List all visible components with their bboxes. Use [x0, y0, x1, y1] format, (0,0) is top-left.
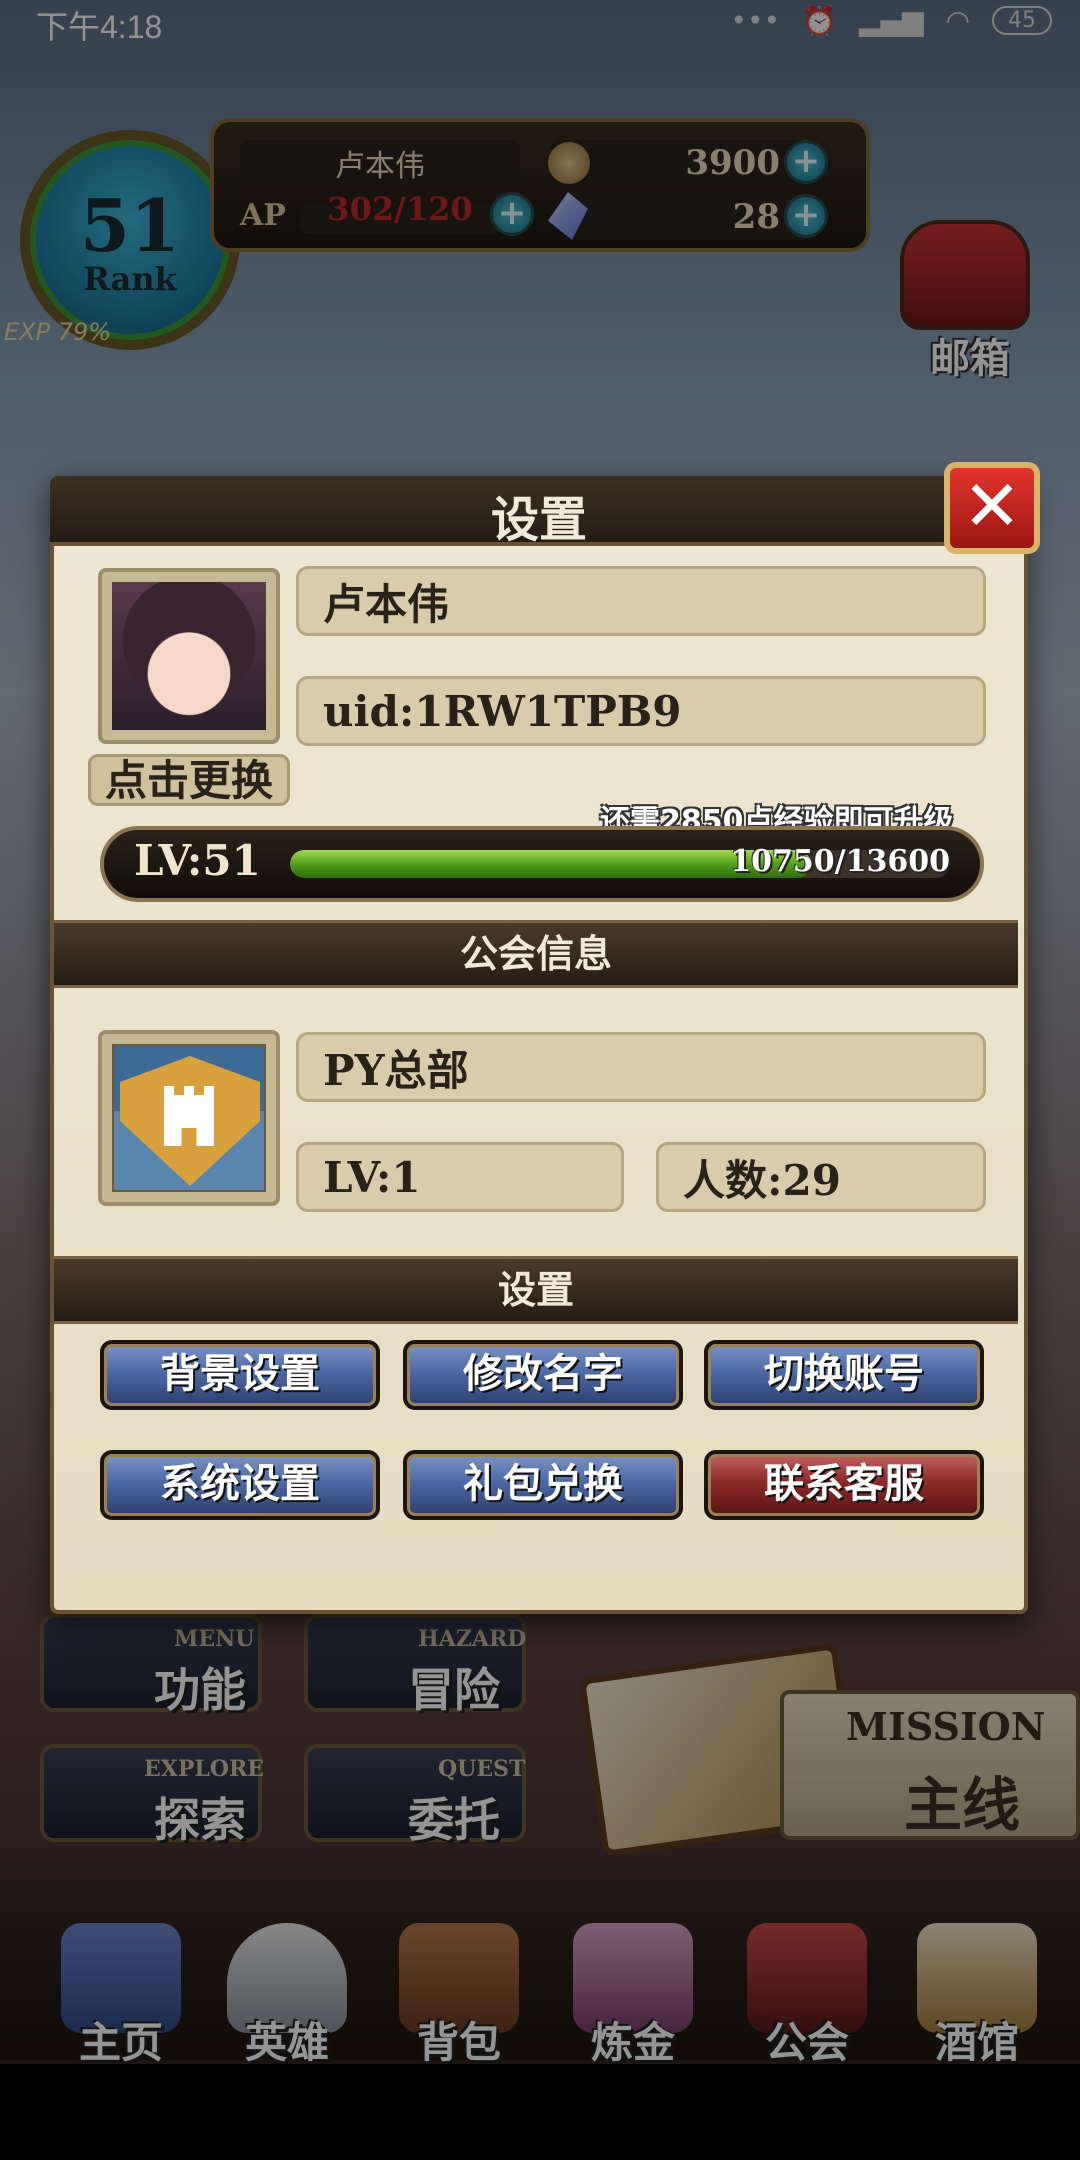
player-uid-field: uid:1RW1TPB9: [296, 676, 986, 746]
system-settings-button[interactable]: 系统设置: [100, 1450, 380, 1520]
rename-button[interactable]: 修改名字: [403, 1340, 683, 1410]
contact-support-button[interactable]: 联系客服: [704, 1450, 984, 1520]
avatar-portrait: [112, 582, 266, 730]
settings-section-header: 设置: [54, 1256, 1018, 1324]
player-name-field: 卢本伟: [296, 566, 986, 636]
exp-value: 10750/13600: [730, 844, 950, 879]
switch-account-button[interactable]: 切换账号: [704, 1340, 984, 1410]
guild-level-field: LV:1: [296, 1142, 624, 1212]
guild-name-field: PY总部: [296, 1032, 986, 1102]
guild-members-field: 人数:29: [656, 1142, 986, 1212]
level-label: LV:51: [134, 836, 261, 885]
guild-banner: [112, 1044, 266, 1192]
guild-section-header: 公会信息: [54, 920, 1018, 988]
guild-section-title: 公会信息: [459, 932, 612, 976]
settings-section-title: 设置: [497, 1268, 574, 1312]
background-settings-button[interactable]: 背景设置: [100, 1340, 380, 1410]
gift-code-button[interactable]: 礼包兑换: [403, 1450, 683, 1520]
avatar[interactable]: [98, 568, 280, 744]
dialog-title: 设置: [490, 492, 587, 548]
change-avatar-button[interactable]: 点击更换: [88, 754, 290, 806]
close-button[interactable]: ✕: [944, 462, 1040, 554]
guild-emblem: [98, 1030, 280, 1206]
